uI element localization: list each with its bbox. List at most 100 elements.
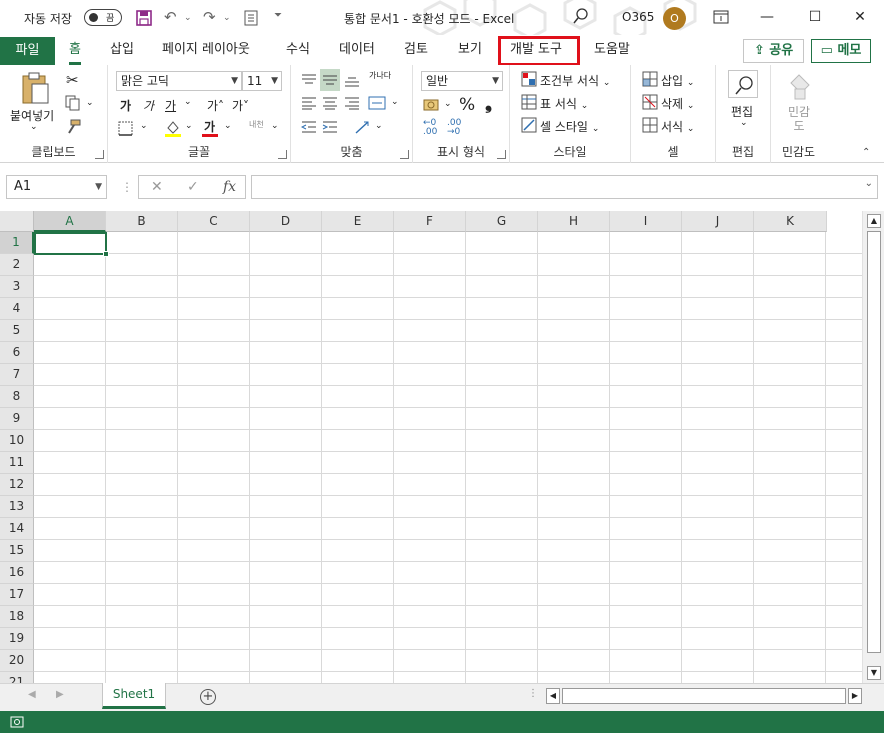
split-handle-icon[interactable]: ⋮	[528, 688, 538, 699]
comments-button[interactable]: ▭ 메모	[811, 39, 871, 63]
borders-icon[interactable]	[118, 121, 134, 137]
scroll-down-icon[interactable]: ▼	[867, 666, 881, 680]
scroll-right-icon[interactable]: ▶	[848, 688, 862, 704]
insert-cells-button[interactable]: 삽입 ⌄	[661, 72, 694, 89]
tab-formulas[interactable]: 수식	[286, 37, 310, 65]
column-header-i[interactable]: I	[610, 211, 682, 232]
redo-dropdown-icon[interactable]: ⌄	[223, 13, 231, 23]
enter-icon[interactable]: ✓	[187, 179, 199, 195]
copy-dropdown-icon[interactable]: ⌄	[86, 98, 94, 108]
cancel-icon[interactable]: ✕	[151, 179, 163, 195]
row-header-15[interactable]: 15	[0, 540, 34, 562]
align-middle-icon[interactable]	[320, 69, 340, 91]
row-header-19[interactable]: 19	[0, 628, 34, 650]
alignment-launcher-icon[interactable]	[400, 150, 409, 159]
align-center-icon[interactable]	[322, 96, 338, 110]
undo-dropdown-icon[interactable]: ⌄	[184, 13, 192, 23]
column-header-h[interactable]: H	[538, 211, 610, 232]
column-header-k[interactable]: K	[754, 211, 827, 232]
tab-file[interactable]: 파일	[0, 37, 55, 65]
form-icon[interactable]	[244, 10, 258, 26]
font-launcher-icon[interactable]	[278, 150, 287, 159]
share-button[interactable]: ⇪ 공유	[743, 39, 804, 63]
font-family-select[interactable]: 맑은 고딕 ▼	[116, 71, 242, 91]
merge-dropdown-icon[interactable]: ⌄	[391, 97, 399, 107]
format-cells-button[interactable]: 서식 ⌄	[661, 118, 694, 135]
phonetic-dropdown-icon[interactable]: ⌄	[271, 121, 279, 131]
clipboard-launcher-icon[interactable]	[95, 150, 104, 159]
row-header-11[interactable]: 11	[0, 452, 34, 474]
customize-qat-icon[interactable]: ⏷	[274, 10, 282, 21]
avatar[interactable]: O	[663, 7, 686, 30]
editing-dropdown-icon[interactable]: ⌄	[740, 118, 748, 128]
row-header-13[interactable]: 13	[0, 496, 34, 518]
row-header-14[interactable]: 14	[0, 518, 34, 540]
format-as-table-button[interactable]: 표 서식 ⌄	[540, 95, 588, 112]
formula-input[interactable]: ⌄	[251, 175, 878, 199]
align-top-icon[interactable]	[301, 73, 317, 87]
save-icon[interactable]	[135, 9, 153, 27]
tab-data[interactable]: 데이터	[339, 37, 375, 65]
font-color-dropdown-icon[interactable]: ⌄	[224, 121, 232, 131]
horizontal-scroll-thumb[interactable]	[562, 688, 846, 704]
column-header-c[interactable]: C	[178, 211, 250, 232]
next-sheet-icon[interactable]: ▶	[56, 689, 64, 700]
row-header-7[interactable]: 7	[0, 364, 34, 386]
borders-dropdown-icon[interactable]: ⌄	[140, 121, 148, 131]
row-header-3[interactable]: 3	[0, 276, 34, 298]
tab-page-layout[interactable]: 페이지 레이아웃	[162, 37, 250, 65]
row-header-8[interactable]: 8	[0, 386, 34, 408]
merge-center-icon[interactable]	[368, 95, 386, 111]
row-header-4[interactable]: 4	[0, 298, 34, 320]
cell-styles-button[interactable]: 셀 스타일 ⌄	[540, 118, 599, 135]
vertical-scrollbar[interactable]: ▲ ▼	[862, 211, 884, 683]
active-cell-a1[interactable]	[34, 232, 109, 257]
column-header-d[interactable]: D	[250, 211, 322, 232]
orientation-icon[interactable]	[354, 119, 372, 135]
format-as-table-icon[interactable]	[521, 94, 537, 110]
tab-insert[interactable]: 삽입	[110, 37, 134, 65]
italic-button[interactable]: 가	[143, 97, 154, 114]
accounting-format-icon[interactable]	[423, 97, 441, 113]
bold-button[interactable]: 가	[120, 97, 131, 114]
increase-indent-icon[interactable]	[322, 120, 338, 134]
maximize-button[interactable]: ☐	[795, 4, 835, 30]
font-color-button[interactable]: 가	[204, 118, 215, 135]
paste-icon[interactable]	[20, 71, 50, 105]
insert-cells-icon[interactable]	[642, 71, 658, 87]
search-icon[interactable]	[572, 7, 590, 25]
column-header-a[interactable]: A	[34, 211, 106, 232]
orientation-dropdown-icon[interactable]: ⌄	[375, 121, 383, 131]
row-header-12[interactable]: 12	[0, 474, 34, 496]
align-left-icon[interactable]	[301, 96, 317, 110]
row-header-5[interactable]: 5	[0, 320, 34, 342]
formula-bar-grip[interactable]: ⋮	[121, 180, 133, 194]
align-bottom-icon[interactable]	[344, 73, 360, 87]
row-header-10[interactable]: 10	[0, 430, 34, 452]
underline-button[interactable]: 가	[165, 97, 176, 114]
tab-home[interactable]: 홈	[69, 37, 81, 65]
decrease-decimal-icon[interactable]: .00 →0	[447, 119, 461, 137]
row-header-16[interactable]: 16	[0, 562, 34, 584]
close-button[interactable]: ✕	[840, 4, 880, 30]
scroll-up-icon[interactable]: ▲	[867, 214, 881, 228]
number-format-select[interactable]: 일반 ▼	[421, 71, 503, 91]
underline-dropdown-icon[interactable]: ⌄	[184, 97, 192, 107]
vertical-scroll-thumb[interactable]	[867, 231, 881, 653]
insert-function-icon[interactable]: fx	[223, 179, 236, 195]
column-header-j[interactable]: J	[682, 211, 754, 232]
delete-cells-icon[interactable]	[642, 94, 658, 110]
format-cells-icon[interactable]	[642, 117, 658, 133]
delete-cells-button[interactable]: 삭제 ⌄	[661, 95, 694, 112]
number-launcher-icon[interactable]	[497, 150, 506, 159]
previous-sheet-icon[interactable]: ◀	[28, 689, 36, 700]
sheet-tab[interactable]: Sheet1	[102, 683, 166, 709]
decrease-indent-icon[interactable]	[301, 120, 317, 134]
cut-icon[interactable]: ✂	[66, 71, 79, 89]
increase-decimal-icon[interactable]: ←0.00	[423, 119, 437, 137]
undo-icon[interactable]: ↶	[164, 8, 177, 26]
cell-area[interactable]	[34, 232, 862, 683]
name-box[interactable]: A1 ▼	[6, 175, 107, 199]
ribbon-display-options-icon[interactable]	[713, 10, 729, 24]
accounting-dropdown-icon[interactable]: ⌄	[444, 99, 452, 109]
